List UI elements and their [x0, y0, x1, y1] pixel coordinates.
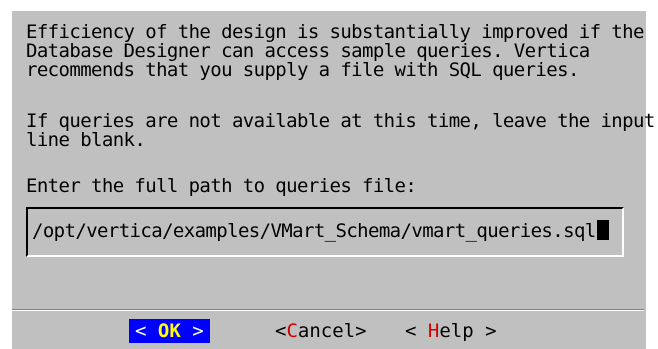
dialog-message-paragraph-1: Efficiency of the design is substantiall… [26, 21, 644, 81]
cancel-button[interactable]: <Cancel> [275, 319, 367, 343]
ok-button[interactable]: < OK > [129, 319, 210, 343]
button-area-separator [12, 309, 644, 311]
ok-button-open: < [135, 320, 158, 342]
button-bar: < OK > <Cancel> < Help > [12, 319, 644, 343]
help-button-close: > [473, 320, 497, 342]
help-button-hotkey: H [427, 320, 440, 342]
input-prompt-label: Enter the full path to queries file: [26, 175, 417, 197]
ok-button-label: OK [157, 320, 181, 342]
cancel-button-open: < [275, 320, 287, 342]
queries-path-input[interactable]: /opt/vertica/examples/VMart_Schema/vmart… [32, 219, 609, 243]
cancel-button-close: > [355, 320, 367, 342]
queries-path-input-box[interactable]: /opt/vertica/examples/VMart_Schema/vmart… [26, 207, 624, 257]
text-cursor [596, 220, 609, 240]
help-button-label-rest: elp [439, 320, 474, 342]
queries-path-value: /opt/vertica/examples/VMart_Schema/vmart… [32, 220, 596, 242]
cancel-button-label-rest: ancel [297, 320, 356, 342]
help-button-open: < [405, 320, 428, 342]
dialog-message-paragraph-2: If queries are not available at this tim… [26, 110, 655, 151]
input-dialog: Efficiency of the design is substantiall… [10, 9, 655, 349]
help-button[interactable]: < Help > [405, 319, 497, 343]
cancel-button-hotkey: C [286, 320, 298, 342]
ok-button-close: > [180, 320, 204, 342]
terminal-screen: Efficiency of the design is substantiall… [0, 0, 658, 349]
